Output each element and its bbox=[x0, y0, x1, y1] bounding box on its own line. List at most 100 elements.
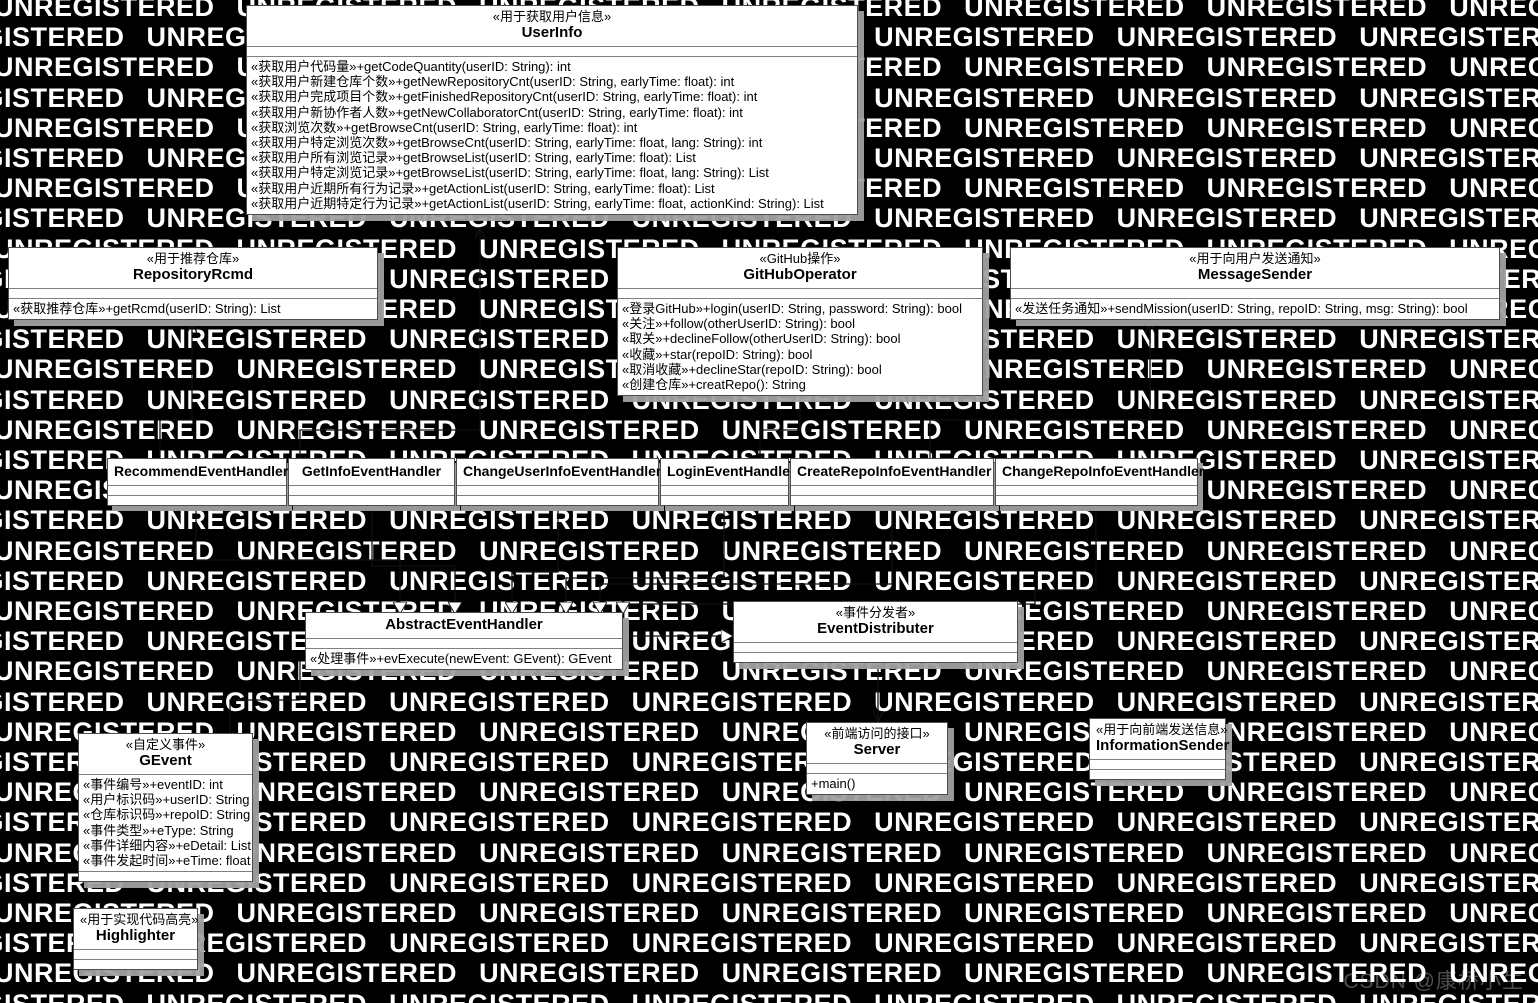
watermark-row: UNREGISTERED UNREGISTERED UNREGISTERED UNRE… bbox=[0, 900, 1538, 927]
methods-compartment: «登录GitHub»+login(userID: String, passwor… bbox=[618, 299, 982, 395]
watermark-word: UNREGISTERED bbox=[236, 716, 458, 747]
class-header: AbstractEventHandler bbox=[306, 613, 622, 638]
watermark-word: UNREGISTERED bbox=[1359, 82, 1538, 113]
class-box-eventdistributer[interactable]: «事件分发者» EventDistributer bbox=[733, 601, 1018, 664]
class-box-userinfo[interactable]: «用于获取用户信息» UserInfo «获取用户代码量»+getCodeQua… bbox=[246, 5, 858, 216]
class-stereotype: «用于获取用户信息» bbox=[492, 9, 612, 24]
class-header: «自定义事件» GEvent bbox=[79, 734, 252, 774]
watermark-word: UNREGISTERED bbox=[1449, 898, 1538, 928]
watermark-word: UNREGISTERED bbox=[964, 777, 1185, 808]
methods-compartment bbox=[734, 653, 1017, 662]
methods-compartment bbox=[457, 496, 658, 505]
watermark-word: UNREGISTERED bbox=[1449, 52, 1538, 83]
watermark-word: UNREGISTERED bbox=[1359, 445, 1538, 475]
attributes-compartment bbox=[108, 486, 286, 495]
class-box-gevent[interactable]: «自定义事件» GEvent «事件编号»+eventID: int «用户标识… bbox=[78, 733, 253, 883]
class-header: «前端访问的接口» Server bbox=[807, 723, 947, 763]
methods-compartment: «处理事件»+evExecute(newEvent: GEvent): GEve… bbox=[306, 649, 622, 669]
watermark-word: UNREGISTERED bbox=[0, 173, 215, 204]
watermark-word: UNREGISTERED bbox=[1206, 173, 1428, 204]
watermark-word: UNREGISTERED bbox=[479, 716, 700, 747]
watermark-row: UNREGISTERED UNREGISTERED UNREGISTERED UNRE… bbox=[0, 960, 1538, 987]
watermark-word: UNREGISTERED bbox=[146, 324, 368, 355]
watermark-word: UNREGISTERED bbox=[0, 354, 215, 385]
watermark-word: UNREGISTERED bbox=[1449, 656, 1538, 687]
methods-compartment bbox=[289, 496, 454, 505]
method-item: «关注»+follow(otherUserID: String): bool bbox=[622, 316, 856, 332]
class-box-getinfoeventhandler[interactable]: GetInfoEventHandler bbox=[288, 458, 455, 506]
class-box-changeuserinfoeventhandler[interactable]: ChangeUserInfoEventHandler bbox=[456, 458, 662, 506]
watermark-word: UNREGISTERED bbox=[1449, 777, 1538, 808]
class-header: «用于推荐仓库» RepositoryRcmd bbox=[9, 248, 377, 288]
class-box-repositoryrcmd[interactable]: «用于推荐仓库» RepositoryRcmd «获取推荐仓库»+getRcmd… bbox=[8, 247, 378, 321]
watermark-word: UNREGISTERED bbox=[721, 535, 943, 566]
watermark-word: UNREGISTERED bbox=[389, 807, 610, 838]
method-item: «取消收藏»+declineStar(repoID: String): bool bbox=[622, 361, 882, 377]
watermark-word: UNREGISTERED bbox=[1206, 414, 1428, 445]
attributes-compartment bbox=[1090, 760, 1225, 769]
class-stereotype: «自定义事件» bbox=[125, 737, 206, 752]
watermark-word: UNREGISTERED bbox=[1359, 747, 1538, 777]
class-box-highlighter[interactable]: «用于实现代码高亮» Highlighter bbox=[73, 908, 199, 971]
class-box-changerepoinfoeventhandler[interactable]: ChangeRepoInfoEventHandler bbox=[995, 458, 1205, 506]
class-name: ChangeRepoInfoEventHandler bbox=[1002, 463, 1205, 479]
class-stereotype: «用于实现代码高亮» bbox=[80, 912, 199, 927]
watermark-word: UNREGISTERED bbox=[1117, 989, 1338, 1003]
class-box-recommendeventhandler[interactable]: RecommendEventHandler bbox=[107, 458, 288, 506]
methods-compartment bbox=[791, 496, 993, 505]
methods-compartment bbox=[996, 496, 1197, 505]
method-item: «获取用户近期所有行为记录»+getActionList(userID: Str… bbox=[251, 180, 715, 196]
attribute-item: «事件编号»+eventID: int bbox=[83, 777, 223, 793]
method-item: «获取用户特定浏览次数»+getBrowseCnt(userID: String… bbox=[251, 135, 763, 151]
class-header: ChangeRepoInfoEventHandler bbox=[996, 459, 1205, 485]
class-box-messagesender[interactable]: «用于向用户发送通知» MessageSender «发送任务通知»+sendM… bbox=[1010, 247, 1500, 321]
watermark-word: UNREGISTERED bbox=[964, 837, 1185, 868]
methods-compartment: «发送任务通知»+sendMission(userID: String, rep… bbox=[1011, 299, 1499, 319]
method-item: «创建仓库»+creatRepo(): String bbox=[622, 377, 806, 393]
watermark-word: UNREGISTERED bbox=[964, 354, 1185, 385]
class-header: «GitHub操作» GitHubOperator bbox=[618, 248, 982, 288]
watermark-word: UNREGISTERED bbox=[0, 626, 125, 657]
class-box-logineventhandler[interactable]: LoginEventHandler bbox=[660, 458, 795, 506]
method-item: «获取用户所有浏览记录»+getBrowseList(userID: Strin… bbox=[251, 150, 696, 166]
watermark-word: UNREGISTERED bbox=[721, 414, 943, 445]
watermark-word: UNREGISTERED bbox=[1206, 898, 1428, 928]
method-item: «获取推荐仓库»+getRcmd(userID: String): List bbox=[13, 301, 281, 317]
watermark-word: UNREGISTERED bbox=[1359, 626, 1538, 657]
watermark-word: UNREGISTERED bbox=[964, 112, 1185, 143]
watermark-word: UNREGISTERED bbox=[631, 565, 853, 596]
class-name: ChangeUserInfoEventHandler bbox=[463, 463, 662, 479]
watermark-word: UNREGISTERED bbox=[1116, 928, 1338, 959]
class-box-abstracteventhandler[interactable]: AbstractEventHandler «处理事件»+evExecute(ne… bbox=[305, 612, 623, 670]
diagram-canvas: UNREGISTERED UNREGISTERED UNREGISTERED UNRE… bbox=[0, 0, 1538, 1003]
watermark-word: UNREGISTERED bbox=[1116, 565, 1338, 596]
class-box-createrepoinfoeventhandler[interactable]: CreateRepoInfoEventHandler bbox=[790, 458, 994, 506]
attribute-item: «事件详细内容»+eDetail: List bbox=[83, 837, 251, 853]
watermark-word: UNREGISTERED bbox=[479, 777, 700, 808]
class-name: InformationSender bbox=[1096, 737, 1230, 755]
watermark-word: UNREGISTERED bbox=[1359, 384, 1538, 415]
class-box-informationsender[interactable]: «用于向前端发送信息» InformationSender bbox=[1089, 718, 1230, 781]
class-header: «用于实现代码高亮» Highlighter bbox=[74, 909, 199, 949]
methods-compartment bbox=[661, 496, 788, 505]
watermark-word: UNREGISTERED bbox=[631, 928, 853, 959]
watermark-word: UNREGISTERED bbox=[964, 414, 1185, 445]
attribute-item: «事件类型»+eType: String bbox=[83, 822, 234, 838]
watermark-row: UNREGISTERED UNREGISTERED UNREGISTERED UNRE… bbox=[0, 989, 1538, 1003]
watermark-word: UNREGISTERED bbox=[1449, 354, 1538, 385]
watermark-word: UNREGISTERED bbox=[479, 958, 700, 989]
class-box-githuboperator[interactable]: «GitHub操作» GitHubOperator «登录GitHub»+log… bbox=[617, 247, 983, 397]
watermark-word: UNREGISTERED bbox=[1206, 52, 1428, 83]
watermark-word: UNREGISTERED bbox=[1359, 928, 1538, 959]
watermark-word: UNREGISTERED bbox=[389, 686, 610, 717]
class-box-server[interactable]: «前端访问的接口» Server +main() bbox=[806, 722, 948, 796]
watermark-word: UNREGISTERED bbox=[389, 565, 610, 596]
watermark-word: UNREGISTERED bbox=[1359, 324, 1538, 355]
watermark-word: UNREGISTERED bbox=[874, 686, 1095, 717]
watermark-word: UNREGISTERED bbox=[1449, 837, 1538, 868]
class-name: UserInfo bbox=[521, 24, 583, 42]
watermark-word: UNREGISTERED bbox=[1359, 565, 1538, 596]
class-stereotype: «GitHub操作» bbox=[759, 251, 841, 266]
methods-compartment bbox=[1090, 770, 1225, 779]
watermark-word: UNREGISTERED bbox=[479, 414, 700, 445]
